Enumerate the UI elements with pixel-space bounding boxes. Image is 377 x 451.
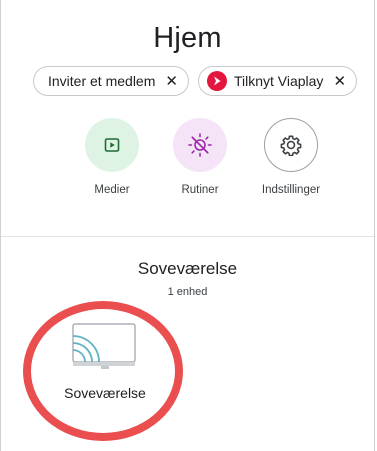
media-action[interactable]: Medier [67,118,157,196]
quick-actions: Medier Rutiner Indstillinger [1,118,374,208]
device-tile-bedroom[interactable]: Soveværelse [45,310,165,420]
routines-action[interactable]: Rutiner [155,118,245,196]
chip-row: Inviter et medlem ✕ Tilknyt Viaplay ✕ [33,66,374,96]
play-box-icon [104,138,120,152]
media-action-circle[interactable] [85,118,139,172]
close-icon[interactable]: ✕ [165,72,178,90]
section-divider [1,236,374,237]
close-icon[interactable]: ✕ [333,72,346,90]
viaplay-logo-icon [206,71,227,91]
routines-action-circle[interactable] [173,118,227,172]
link-viaplay-label: Tilknyt Viaplay [233,73,324,89]
invite-member-label: Inviter et medlem [48,73,156,89]
page-title: Hjem [153,22,222,54]
gear-icon [280,135,302,156]
room-title: Soveværelse [137,259,238,278]
link-viaplay-chip[interactable]: Tilknyt Viaplay ✕ [197,66,358,96]
settings-action[interactable]: Indstillinger [246,118,336,196]
device-label: Soveværelse [64,385,146,401]
cast-display-icon [72,323,136,369]
app-frame: Hjem Inviter et medlem ✕ Tilknyt Viaplay… [0,0,375,451]
settings-action-circle[interactable] [264,118,318,172]
invite-member-chip[interactable]: Inviter et medlem ✕ [33,66,189,96]
sun-off-icon [188,133,212,157]
room-device-count: 1 enhed [167,286,208,298]
settings-label: Indstillinger [261,184,321,196]
media-label: Medier [94,184,130,196]
routines-label: Rutiner [181,184,219,196]
